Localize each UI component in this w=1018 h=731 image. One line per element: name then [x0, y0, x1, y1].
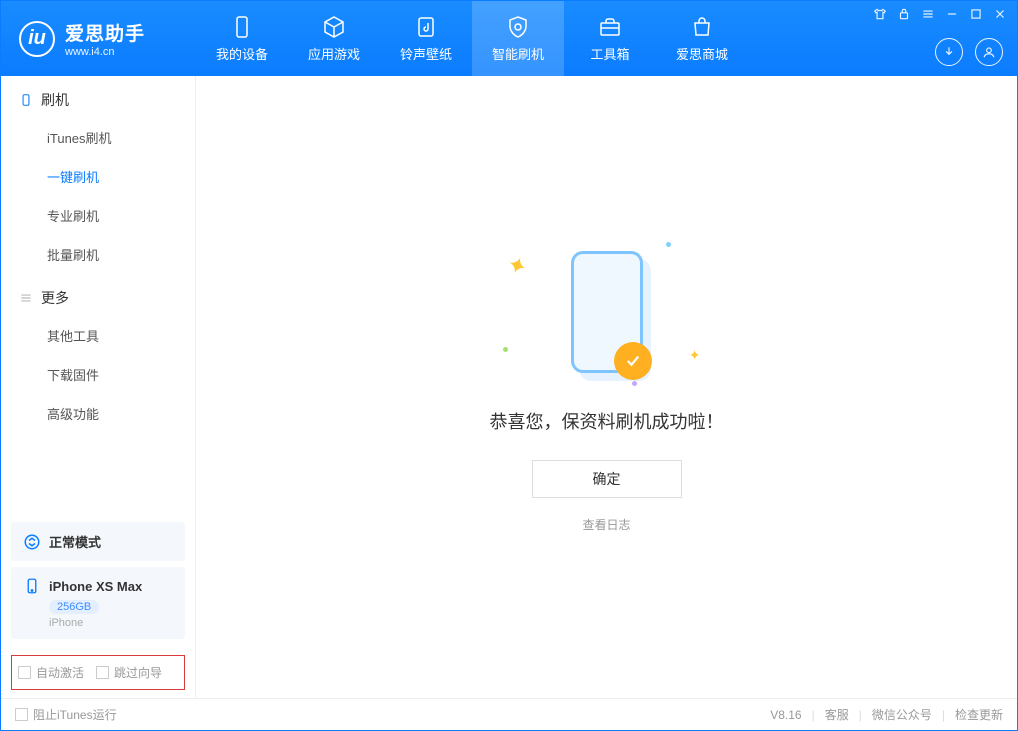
checkbox-block-itunes[interactable]: 阻止iTunes运行	[15, 706, 117, 723]
checkbox-label: 阻止iTunes运行	[33, 706, 117, 723]
main-content: ✦ ✦ 恭喜您，保资料刷机成功啦！ 确定 查看日志	[196, 76, 1017, 698]
mode-label: 正常模式	[49, 532, 101, 551]
nav-label: 铃声壁纸	[400, 44, 452, 63]
toolbox-icon	[598, 15, 622, 39]
checkbox-label: 跳过向导	[114, 664, 162, 681]
sidebar-item-advanced[interactable]: 高级功能	[1, 394, 195, 433]
sidebar-item-itunes-flash[interactable]: iTunes刷机	[1, 118, 195, 157]
phone-icon	[23, 577, 41, 595]
check-icon	[624, 352, 642, 370]
mode-card[interactable]: 正常模式	[11, 522, 185, 561]
device-row: iPhone XS Max	[23, 577, 173, 595]
sparkle-icon: ✦	[502, 249, 531, 283]
sidebar-item-pro-flash[interactable]: 专业刷机	[1, 196, 195, 235]
nav-toolbox[interactable]: 工具箱	[564, 1, 656, 76]
view-log-link[interactable]: 查看日志	[582, 516, 630, 533]
sidebar-item-oneclick-flash[interactable]: 一键刷机	[1, 157, 195, 196]
nav-label: 工具箱	[590, 44, 629, 63]
sidebar-section-flash: 刷机	[1, 76, 195, 118]
version-label: V8.16	[770, 708, 801, 722]
checkbox-skip-guide[interactable]: 跳过向导	[96, 664, 162, 681]
sidebar-section-more: 更多	[1, 274, 195, 316]
section-title: 刷机	[41, 90, 69, 110]
menu-icon[interactable]	[921, 7, 935, 21]
phone-icon	[230, 15, 254, 39]
header: iu 爱思助手 www.i4.cn 我的设备 应用游戏 铃声壁纸 智能刷机	[1, 1, 1017, 76]
close-icon[interactable]	[993, 7, 1007, 21]
separator: |	[812, 708, 815, 722]
checkbox-label: 自动激活	[36, 664, 84, 681]
sidebar-spacer	[1, 433, 195, 516]
logo-icon: iu	[19, 21, 55, 57]
check-badge	[614, 342, 652, 380]
shirt-icon[interactable]	[873, 7, 887, 21]
nav-my-device[interactable]: 我的设备	[196, 1, 288, 76]
bottom-options-highlight: 自动激活 跳过向导	[11, 655, 185, 690]
device-card[interactable]: iPhone XS Max 256GB iPhone	[11, 567, 185, 639]
download-button[interactable]	[935, 38, 963, 66]
checkbox-box	[15, 708, 28, 721]
logo-text: 爱思助手 www.i4.cn	[65, 19, 145, 58]
sidebar-item-batch-flash[interactable]: 批量刷机	[1, 235, 195, 274]
separator: |	[942, 708, 945, 722]
app-name: 爱思助手	[65, 19, 145, 46]
header-round-buttons	[935, 38, 1003, 66]
wechat-link[interactable]: 微信公众号	[872, 706, 932, 723]
footer-right: V8.16 | 客服 | 微信公众号 | 检查更新	[770, 706, 1003, 723]
list-icon	[19, 291, 33, 305]
device-storage: 256GB	[49, 600, 99, 614]
nav-label: 爱思商城	[676, 44, 728, 63]
minimize-icon[interactable]	[945, 7, 959, 21]
success-illustration: ✦ ✦	[537, 242, 677, 382]
shield-refresh-icon	[506, 15, 530, 39]
window-controls	[873, 7, 1007, 21]
section-title: 更多	[41, 288, 69, 308]
nav-label: 我的设备	[216, 44, 268, 63]
nav-smart-flash[interactable]: 智能刷机	[472, 1, 564, 76]
app-window: iu 爱思助手 www.i4.cn 我的设备 应用游戏 铃声壁纸 智能刷机	[0, 0, 1018, 731]
success-message: 恭喜您，保资料刷机成功啦！	[490, 408, 724, 434]
user-icon	[982, 45, 996, 59]
check-update-link[interactable]: 检查更新	[955, 706, 1003, 723]
nav-label: 应用游戏	[308, 44, 360, 63]
app-url: www.i4.cn	[65, 46, 145, 58]
footer: 阻止iTunes运行 V8.16 | 客服 | 微信公众号 | 检查更新	[1, 698, 1017, 730]
dot-icon	[632, 381, 637, 386]
checkbox-auto-activate[interactable]: 自动激活	[18, 664, 84, 681]
ok-button[interactable]: 确定	[532, 460, 682, 498]
bag-icon	[690, 15, 714, 39]
device-name: iPhone XS Max	[49, 579, 142, 594]
separator: |	[859, 708, 862, 722]
user-button[interactable]	[975, 38, 1003, 66]
customer-service-link[interactable]: 客服	[825, 706, 849, 723]
checkbox-box	[96, 666, 109, 679]
cube-icon	[322, 15, 346, 39]
device-icon	[19, 93, 33, 107]
logo-area[interactable]: iu 爱思助手 www.i4.cn	[1, 1, 196, 76]
body: 刷机 iTunes刷机 一键刷机 专业刷机 批量刷机 更多 其他工具 下载固件 …	[1, 76, 1017, 698]
music-file-icon	[414, 15, 438, 39]
dot-icon	[503, 347, 508, 352]
download-icon	[942, 45, 956, 59]
nav-store[interactable]: 爱思商城	[656, 1, 748, 76]
nav-tabs: 我的设备 应用游戏 铃声壁纸 智能刷机 工具箱 爱思商城	[196, 1, 748, 76]
sidebar: 刷机 iTunes刷机 一键刷机 专业刷机 批量刷机 更多 其他工具 下载固件 …	[1, 76, 196, 698]
phone-illustration	[571, 251, 643, 373]
nav-ring-wallpaper[interactable]: 铃声壁纸	[380, 1, 472, 76]
maximize-icon[interactable]	[969, 7, 983, 21]
nav-apps-games[interactable]: 应用游戏	[288, 1, 380, 76]
nav-label: 智能刷机	[492, 44, 544, 63]
checkbox-box	[18, 666, 31, 679]
swap-icon	[23, 533, 41, 551]
device-type: iPhone	[49, 617, 173, 629]
sparkle-icon: ✦	[689, 347, 701, 364]
dot-icon	[666, 242, 671, 247]
sidebar-item-other-tools[interactable]: 其他工具	[1, 316, 195, 355]
sidebar-item-download-fw[interactable]: 下载固件	[1, 355, 195, 394]
lock-icon[interactable]	[897, 7, 911, 21]
